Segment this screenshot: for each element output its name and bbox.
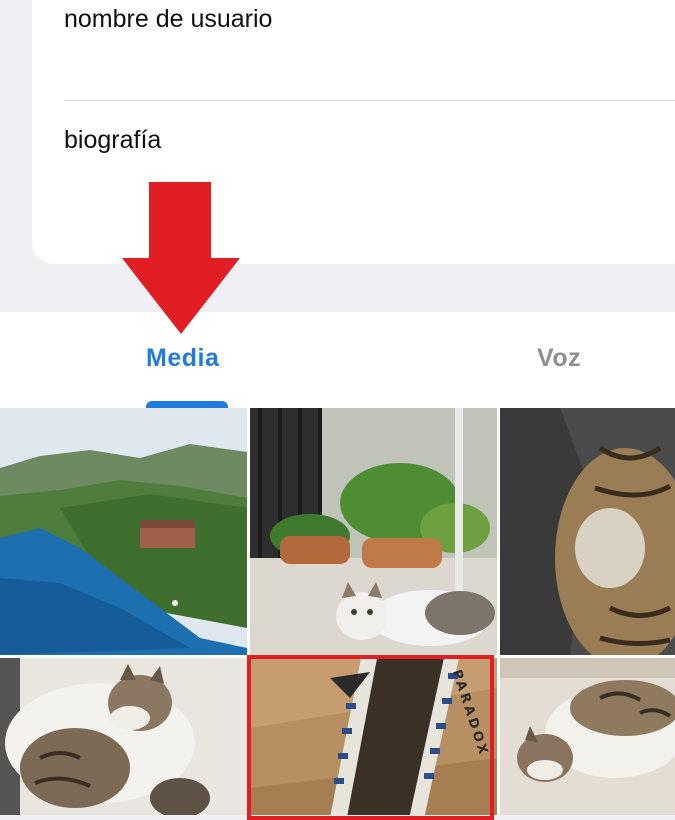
sleeping-cat-closeup-photo-icon xyxy=(500,408,675,655)
media-item-cat-bed[interactable] xyxy=(0,658,247,815)
media-item-cat-plants[interactable] xyxy=(250,408,497,655)
form-divider xyxy=(64,100,675,101)
media-tabs: Media Voz xyxy=(0,312,675,408)
media-grid: PARADOX xyxy=(0,408,675,815)
tab-voz[interactable]: Voz xyxy=(537,344,581,373)
media-item-cat-rug[interactable] xyxy=(500,658,675,815)
cat-on-rug-photo-icon xyxy=(500,658,675,815)
bio-field[interactable]: biografía xyxy=(64,126,161,155)
down-arrow-annotation-icon xyxy=(122,182,240,334)
media-item-cardboard-box[interactable]: PARADOX xyxy=(250,658,497,815)
landscape-river-photo-icon xyxy=(0,408,247,655)
username-field[interactable]: nombre de usuario xyxy=(64,5,272,34)
media-item-landscape[interactable] xyxy=(0,408,247,655)
media-item-sleeping-cat[interactable] xyxy=(500,408,675,655)
cat-with-plants-photo-icon xyxy=(250,408,497,655)
tab-media[interactable]: Media xyxy=(146,344,219,373)
cat-on-bed-photo-icon xyxy=(0,658,247,815)
